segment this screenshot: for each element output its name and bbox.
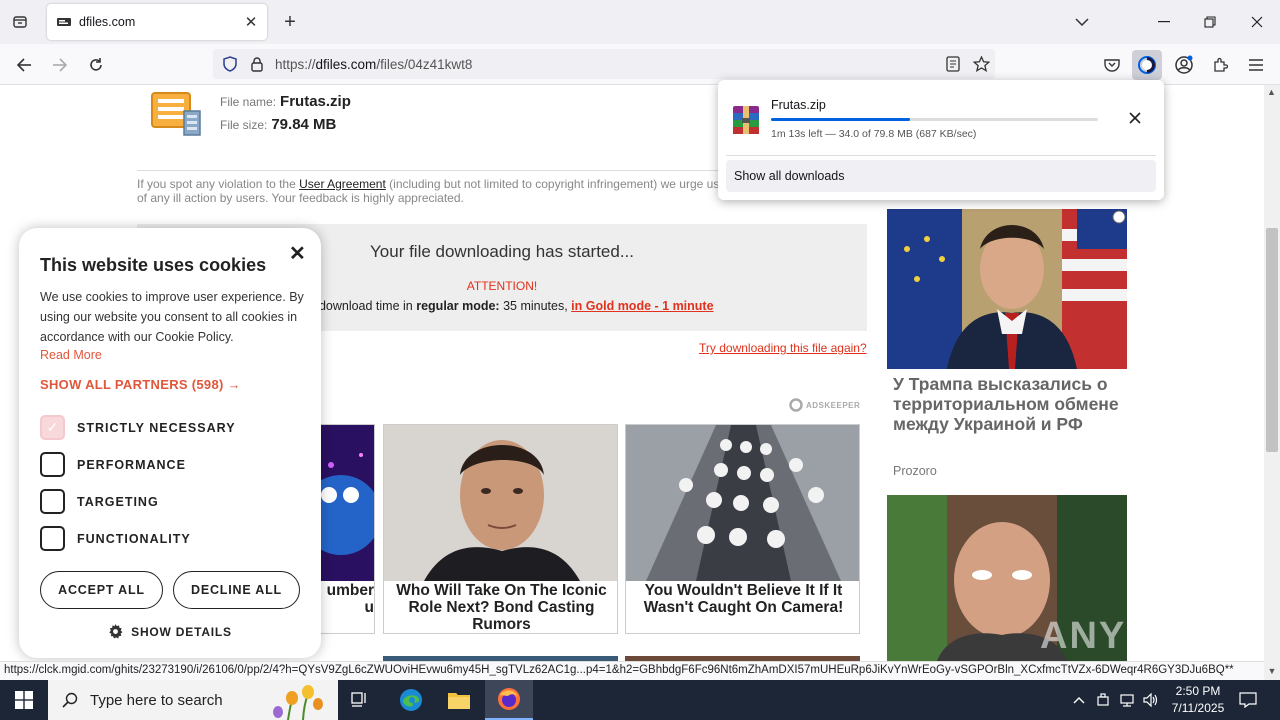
taskbar-search-box[interactable]: Type here to search (48, 680, 338, 720)
volume-icon[interactable] (1140, 680, 1162, 720)
downloads-panel: Frutas.zip 1m 13s left — 34.0 of 79.8 MB… (718, 80, 1164, 200)
notifications-icon[interactable] (1236, 680, 1260, 720)
winrar-archive-icon (730, 104, 762, 136)
reload-icon[interactable] (82, 51, 110, 79)
firefox-icon[interactable] (485, 680, 533, 720)
file-name: Frutas.zip (280, 93, 351, 110)
archive-file-icon (150, 91, 208, 139)
download-progress-bar (771, 118, 1098, 121)
minimize-icon[interactable] (1144, 8, 1184, 36)
lock-icon[interactable] (249, 56, 265, 72)
link-status-bar: https://clck.mgid.com/ghits/23273190/i/2… (0, 661, 1264, 680)
cookie-description: We use cookies to improve user experienc… (40, 290, 304, 344)
ad-card[interactable]: You Wouldn't Believe It If It Wasn't Cau… (625, 424, 860, 634)
retry-download-link[interactable]: Try downloading this file again? (699, 341, 867, 355)
gear-icon (109, 624, 123, 639)
page-scrollbar[interactable]: ▲ (1264, 85, 1280, 661)
checkbox[interactable] (40, 489, 65, 514)
checkbox[interactable] (40, 526, 65, 551)
account-icon[interactable] (1169, 50, 1199, 80)
extensions-icon[interactable] (1205, 50, 1235, 80)
read-more-link[interactable]: Read More (40, 348, 102, 362)
scroll-up-arrow-icon[interactable]: ▲ (1267, 87, 1276, 97)
violation-notice: If you spot any violation to the User Ag… (137, 177, 720, 205)
show-details-button[interactable]: SHOW DETAILS (19, 624, 321, 639)
download-status-text: 1m 13s left — 34.0 of 79.8 MB (687 KB/se… (771, 128, 977, 140)
search-icon (62, 692, 78, 708)
tab-list-icon[interactable] (8, 10, 32, 34)
clock-time: 2:50 PM (1175, 684, 1221, 698)
site-favicon-icon (57, 15, 71, 29)
url-text[interactable]: https://dfiles.com/files/04z41kwt8 (275, 57, 939, 72)
decline-all-button[interactable]: DECLINE ALL (173, 571, 300, 609)
download-progress-fill (771, 118, 911, 121)
back-arrow-icon[interactable] (10, 51, 38, 79)
scroll-down-arrow-icon[interactable]: ▼ (1264, 661, 1280, 680)
ad-card[interactable]: Who Will Take On The Iconic Role Next? B… (383, 424, 618, 634)
device-icon[interactable] (1092, 680, 1114, 720)
anyrun-watermark: ANY RUN (1040, 615, 1227, 657)
task-view-icon[interactable] (336, 680, 384, 720)
cookie-option-functionality[interactable]: FUNCTIONALITY (40, 526, 191, 551)
show-all-partners-link[interactable]: SHOW ALL PARTNERS (598) → (40, 377, 241, 392)
cookie-option-performance[interactable]: PERFORMANCE (40, 452, 186, 477)
new-tab-icon[interactable]: + (278, 10, 302, 34)
search-placeholder: Type here to search (90, 691, 223, 709)
forward-arrow-icon[interactable] (46, 51, 74, 79)
tab-close-icon[interactable]: ✕ (239, 10, 263, 34)
cookie-option-targeting[interactable]: TARGETING (40, 489, 159, 514)
user-agreement-link[interactable]: User Agreement (299, 177, 386, 191)
cookie-consent-dialog: ✕ This website uses cookies We use cooki… (19, 228, 321, 658)
ad-image (626, 425, 859, 581)
file-name-row: File name: Frutas.zip (220, 93, 351, 110)
pocket-icon[interactable] (1097, 50, 1127, 80)
side-ad-image[interactable] (887, 209, 1127, 369)
download-file-name: Frutas.zip (771, 98, 826, 112)
cookie-close-icon[interactable]: ✕ (289, 241, 306, 266)
file-size-row: File size: 79.84 MB (220, 116, 337, 133)
ad-caption: You Wouldn't Believe It If It Wasn't Cau… (643, 582, 844, 616)
reader-view-icon[interactable] (939, 50, 967, 78)
checkbox-checked-icon[interactable]: ✓ (40, 415, 65, 440)
address-bar[interactable]: https://dfiles.com/files/04z41kwt8 (213, 49, 995, 79)
scroll-thumb[interactable] (1266, 228, 1278, 452)
show-all-downloads-button[interactable]: Show all downloads (726, 160, 1156, 192)
cancel-download-icon[interactable] (1123, 106, 1147, 130)
tab-title: dfiles.com (79, 15, 136, 29)
tracking-protection-shield-icon[interactable] (221, 56, 239, 72)
file-size: 79.84 MB (271, 116, 337, 133)
navigation-bar: https://dfiles.com/files/04z41kwt8 (0, 44, 1280, 85)
window-close-icon[interactable] (1237, 8, 1277, 36)
browser-tab[interactable]: dfiles.com ✕ (47, 4, 267, 40)
adskeeper-logo[interactable]: ADSKEEPER (789, 398, 860, 412)
divider (726, 155, 1156, 156)
ad-caption: Who Will Take On The Iconic Role Next? B… (396, 582, 607, 633)
windows-taskbar: Type here to search 2:50 PM 7/11/2025 (0, 680, 1280, 720)
windows-start-icon[interactable] (0, 680, 48, 720)
downloads-icon[interactable] (1132, 50, 1162, 80)
gold-mode-link[interactable]: in Gold mode - 1 minute (571, 299, 713, 313)
side-ad-headline[interactable]: У Трампа высказались о территориальном о… (893, 374, 1123, 434)
tray-overflow-chevron-icon[interactable] (1068, 680, 1090, 720)
cookie-option-strictly-necessary[interactable]: ✓ STRICTLY NECESSARY (40, 415, 236, 440)
checkbox[interactable] (40, 452, 65, 477)
menu-hamburger-icon[interactable] (1241, 50, 1271, 80)
system-clock[interactable]: 2:50 PM 7/11/2025 (1163, 683, 1233, 717)
side-ad-source: Prozoro (893, 464, 937, 478)
accept-all-button[interactable]: ACCEPT ALL (40, 571, 163, 609)
network-icon[interactable] (1116, 680, 1138, 720)
tab-bar: dfiles.com ✕ + (0, 0, 1280, 44)
restore-icon[interactable] (1190, 8, 1230, 36)
edge-browser-icon[interactable] (387, 680, 435, 720)
file-explorer-icon[interactable] (435, 680, 483, 720)
clock-date: 7/11/2025 (1171, 701, 1225, 715)
flowers-decoration-icon (273, 685, 323, 720)
bookmark-star-icon[interactable] (967, 50, 995, 78)
ad-image (384, 425, 617, 581)
adskeeper-icon (789, 398, 803, 412)
tab-overflow-chevron-icon[interactable] (1062, 8, 1102, 36)
cookie-title: This website uses cookies (40, 255, 267, 275)
